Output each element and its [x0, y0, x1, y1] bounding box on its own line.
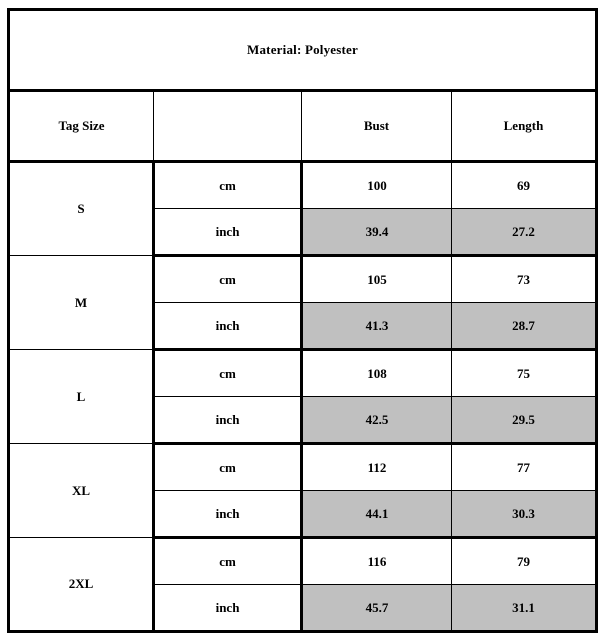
header-tag-size: Tag Size — [8, 90, 154, 163]
size-label: M — [8, 255, 155, 350]
length-inch-value: 30.3 — [451, 490, 597, 539]
bust-inch-value: 44.1 — [301, 490, 452, 539]
size-label: L — [8, 349, 155, 444]
unit-label-cm: cm — [153, 443, 303, 491]
bust-inch-value: 39.4 — [301, 208, 452, 257]
length-inch-value: 27.2 — [451, 208, 597, 257]
size-label: S — [8, 161, 155, 256]
table-row: 2XL cm 116 79 — [8, 537, 597, 632]
unit-label-inch: inch — [153, 208, 303, 257]
size-label: 2XL — [8, 537, 155, 632]
bust-cm-value: 108 — [301, 349, 452, 397]
unit-label-cm: cm — [153, 349, 303, 397]
length-inch-value: 29.5 — [451, 396, 597, 445]
length-cm-value: 73 — [451, 255, 597, 303]
header-length: Length — [451, 90, 597, 163]
unit-label-cm: cm — [153, 255, 303, 303]
size-chart-container: Material: Polyester Tag Size Bust Length… — [7, 8, 598, 633]
size-chart-table: Material: Polyester Tag Size Bust Length… — [7, 8, 598, 633]
bust-inch-value: 42.5 — [301, 396, 452, 445]
title-row: Material: Polyester — [8, 9, 597, 92]
length-inch-value: 28.7 — [451, 302, 597, 351]
size-label: XL — [8, 443, 155, 538]
table-row: XL cm 112 77 — [8, 443, 597, 538]
bust-inch-value: 45.7 — [301, 584, 452, 632]
unit-label-inch: inch — [153, 584, 303, 632]
length-cm-value: 79 — [451, 537, 597, 585]
table-row: M cm 105 73 — [8, 255, 597, 350]
length-cm-value: 69 — [451, 161, 597, 209]
unit-label-cm: cm — [153, 161, 303, 209]
unit-label-inch: inch — [153, 302, 303, 351]
length-inch-value: 31.1 — [451, 584, 597, 632]
unit-label-inch: inch — [153, 490, 303, 539]
length-cm-value: 77 — [451, 443, 597, 491]
bust-cm-value: 112 — [301, 443, 452, 491]
header-row: Tag Size Bust Length — [8, 90, 597, 163]
table-row: L cm 108 75 — [8, 349, 597, 444]
bust-cm-value: 116 — [301, 537, 452, 585]
bust-cm-value: 100 — [301, 161, 452, 209]
bust-inch-value: 41.3 — [301, 302, 452, 351]
unit-label-cm: cm — [153, 537, 303, 585]
unit-label-inch: inch — [153, 396, 303, 445]
header-bust: Bust — [301, 90, 452, 163]
table-row: S cm 100 69 — [8, 161, 597, 256]
length-cm-value: 75 — [451, 349, 597, 397]
material-title: Material: Polyester — [8, 9, 597, 92]
header-unit — [153, 90, 302, 163]
bust-cm-value: 105 — [301, 255, 452, 303]
